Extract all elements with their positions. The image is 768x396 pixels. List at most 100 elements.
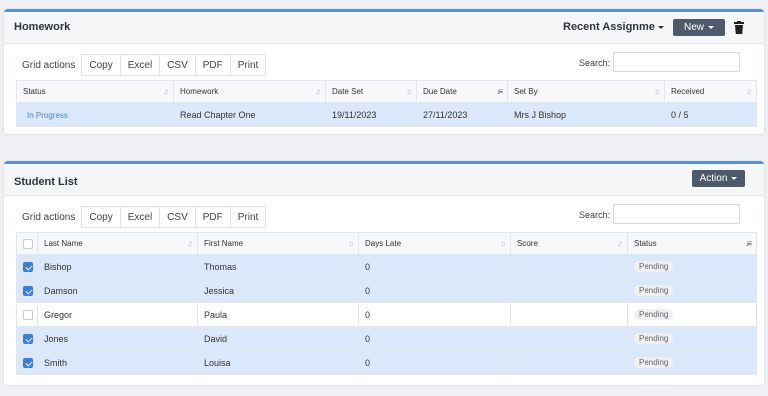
status-cell: Pending [627,326,757,351]
status-cell: Pending [627,278,757,303]
status-link[interactable]: In Progress [27,111,68,120]
days-late-cell: 0 [358,278,511,303]
grid-actions-label: Grid actions [22,59,76,71]
copy-button[interactable]: Copy [81,54,121,76]
homework-search-input[interactable] [613,52,740,72]
select-all-checkbox[interactable] [23,238,33,249]
status-cell: Pending [627,350,757,375]
table-row[interactable]: Jones David 0 Pending [16,326,757,351]
action-button[interactable]: Action [692,170,745,187]
pdf-button[interactable]: PDF [195,206,231,228]
homework-search-label: Search: [579,58,611,68]
col-received[interactable]: Received ↓↑ [664,80,757,103]
last-name-cell: Gregor [37,302,198,327]
table-row[interactable]: Gregor Paula 0 Pending [16,302,757,327]
col-status[interactable]: Status ↓↑ [16,80,174,103]
new-button-label: New [683,22,704,33]
col-first-name[interactable]: First Name ↓↑ [197,232,359,255]
select-cell [16,278,38,303]
grid-actions-label: Grid actions [22,211,76,223]
homework-grid-actions: Grid actions Copy Excel CSV PDF Print [16,54,267,76]
col-label: Set By [514,87,538,96]
col-homework[interactable]: Homework ↓↑ [173,80,326,103]
select-cell [16,350,38,375]
days-late-cell: 0 [358,326,511,351]
col-last-name[interactable]: Last Name ↓↑ [37,232,198,255]
status-cell: In Progress [16,102,174,127]
due-date-cell: 27/11/2023 [416,102,508,127]
col-days-late[interactable]: Days Late ↓↑ [358,232,511,255]
student-grid-actions: Grid actions Copy Excel CSV PDF Print [16,206,267,228]
col-label: Received [671,87,705,96]
first-name-cell: Paula [197,302,359,327]
status-badge: Pending [634,357,674,368]
student-list-title: Student List [14,176,78,188]
recent-assignments-label: Recent Assignments [563,21,655,33]
csv-button[interactable]: CSV [160,54,196,76]
table-row[interactable]: Smith Louisa 0 Pending [16,350,757,375]
pdf-button[interactable]: PDF [195,54,231,76]
sort-icon: ↓↑ [654,87,660,96]
student-list-panel: Student List Action Grid actions Copy Ex… [4,161,764,385]
col-score[interactable]: Score ↓↑ [510,232,628,255]
homework-panel: Homework Recent Assignments New Grid act… [4,9,764,134]
row-checkbox[interactable] [23,333,33,344]
action-button-label: Action [699,173,728,184]
excel-button[interactable]: Excel [120,206,161,228]
col-date-set[interactable]: Date Set ↓↑ [325,80,417,103]
col-label: Score [517,239,538,248]
col-label: Status [634,239,657,248]
col-label: Date Set [332,87,364,96]
score-cell [510,350,628,375]
table-row[interactable]: Damson Jessica 0 Pending [16,278,757,303]
chevron-down-icon [708,26,714,29]
excel-button[interactable]: Excel [120,54,161,76]
status-cell: Pending [627,254,757,279]
sort-icon: ↓↑ [500,239,506,248]
col-set-by[interactable]: Set By ↓↑ [507,80,665,103]
col-due-date[interactable]: Due Date ↓≡ [416,80,508,103]
col-label: Due Date [423,87,457,96]
row-checkbox[interactable] [23,261,33,272]
homework-header: Homework Recent Assignments New [4,12,764,44]
student-header-row: Last Name ↓↑ First Name ↓↑ Days Late ↓↑ Sco… [16,232,757,255]
table-row[interactable]: Bishop Thomas 0 Pending [16,254,757,279]
sort-icon: ↓↑ [348,239,354,248]
homework-cell: Read Chapter One [173,102,326,127]
trash-icon[interactable] [734,21,744,34]
first-name-cell: David [197,326,359,351]
print-button[interactable]: Print [230,54,267,76]
student-search-input[interactable] [613,204,740,224]
days-late-cell: 0 [358,350,511,375]
received-cell: 0 / 5 [664,102,757,127]
csv-button[interactable]: CSV [160,206,196,228]
sort-icon: ↓↑ [315,87,321,96]
select-cell [16,302,38,327]
date-set-cell: 19/11/2023 [325,102,417,127]
table-row[interactable]: In Progress Read Chapter One 19/11/2023 … [16,102,757,127]
col-status[interactable]: Status ↓≡ [627,232,757,255]
new-button[interactable]: New [673,19,725,36]
score-cell [510,278,628,303]
score-cell [510,302,628,327]
col-label: First Name [204,239,244,248]
status-badge: Pending [634,285,674,296]
print-button[interactable]: Print [230,206,267,228]
first-name-cell: Louisa [197,350,359,375]
col-label: Homework [180,87,219,96]
first-name-cell: Jessica [197,278,359,303]
status-badge: Pending [634,333,674,344]
select-cell [16,254,38,279]
first-name-cell: Thomas [197,254,359,279]
row-checkbox[interactable] [23,357,33,368]
student-table-body: Bishop Thomas 0 Pending Damson Jessica 0 Pendin… [16,254,757,375]
score-cell [510,254,628,279]
status-cell: Pending [627,302,757,327]
sort-asc-icon: ↓≡ [745,239,752,248]
col-label: Status [23,87,46,96]
row-checkbox[interactable] [23,285,33,296]
row-checkbox[interactable] [23,309,33,320]
sort-icon: ↓↑ [617,239,623,248]
recent-assignments-dropdown[interactable]: Recent Assignments [563,21,667,33]
copy-button[interactable]: Copy [81,206,121,228]
